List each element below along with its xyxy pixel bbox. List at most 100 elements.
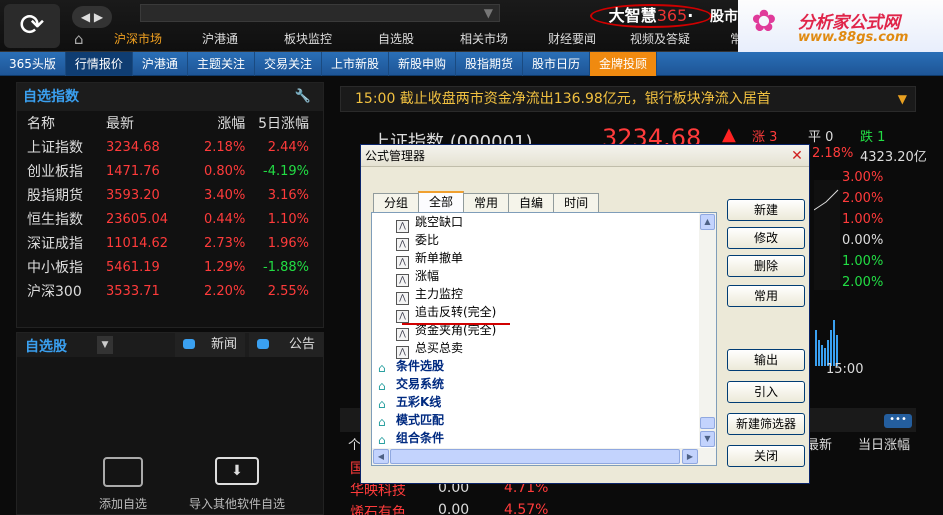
formula-leaf[interactable]: ⋀ 主力监控 xyxy=(396,285,463,305)
home-icon[interactable]: ⌂ xyxy=(74,30,94,48)
dialog-button[interactable]: 引入 xyxy=(727,381,805,403)
dialog-tab[interactable]: 时间 xyxy=(553,193,600,213)
col-stock-change[interactable]: 当日涨幅 xyxy=(858,434,910,453)
index-row[interactable]: 创业板指 1471.76 0.80% -4.19% xyxy=(17,159,323,183)
more-icon[interactable]: ••• xyxy=(884,414,912,428)
formula-group[interactable]: ⌂ 五彩K线 xyxy=(378,393,441,411)
index-change: 2.73% xyxy=(204,235,246,251)
formula-leaf[interactable]: ⋀ 新单撤单 xyxy=(396,249,463,269)
index-change-5d: -1.88% xyxy=(263,259,309,275)
main-nav-item[interactable]: 板块监控 xyxy=(264,30,352,50)
formula-label: 资金夹角(完全) xyxy=(415,323,497,337)
import-watchlist-button[interactable]: ⬇ 导入其他软件自选 xyxy=(167,457,307,512)
advancers-count: 3 xyxy=(769,130,778,145)
index-last: 3593.20 xyxy=(106,187,160,203)
main-nav-item[interactable]: 沪深市场 xyxy=(100,30,176,50)
main-nav-item[interactable]: 财经要闻 xyxy=(528,30,616,50)
formula-group[interactable]: ⌂ 组合条件 xyxy=(378,429,444,447)
main-nav-item[interactable]: 自选股 xyxy=(352,30,440,50)
dialog-title-bar[interactable]: 公式管理器 ✕ xyxy=(361,145,809,167)
sub-nav-item[interactable]: 新股申购 xyxy=(389,52,456,76)
dialog-tab[interactable]: 常用 xyxy=(463,193,510,213)
index-row[interactable]: 深证成指 11014.62 2.73% 1.96% xyxy=(17,231,323,255)
sub-nav-item[interactable]: 上市新股 xyxy=(322,52,389,76)
stock-row[interactable]: 烯石有色 0.00 4.57% xyxy=(340,502,916,515)
index-change-5d: 2.44% xyxy=(267,139,309,155)
news-ticker[interactable]: 15:00 截止收盘两市资金净流出136.98亿元，银行板块净流入居首 ▼ xyxy=(340,86,916,112)
index-change: 2.18% xyxy=(204,139,246,155)
formula-leaf[interactable]: ⋀ 跳空缺口 xyxy=(396,213,463,233)
dialog-tab[interactable]: 全部 xyxy=(418,191,465,213)
tree-vertical-scrollbar[interactable]: ▲ ▼ xyxy=(699,213,716,447)
col-name[interactable]: 名称 xyxy=(17,111,106,135)
index-row[interactable]: 中小板指 5461.19 1.29% -1.88% xyxy=(17,255,323,279)
formula-leaf[interactable]: ⋀ 总买总卖 xyxy=(396,339,463,359)
index-row[interactable]: 沪深300 3533.71 2.20% 2.55% xyxy=(17,279,323,303)
brand-suffix: 股市 xyxy=(710,9,738,25)
app-logo-icon[interactable]: ⟳ xyxy=(4,4,60,48)
formula-group[interactable]: ⌂ 条件选股 xyxy=(378,357,444,375)
dialog-button[interactable]: 新建 xyxy=(727,199,805,221)
watchlist-panel: 自选股 ▼ 新闻 公告 添加自选 ⬇ 导入其他软件自选 xyxy=(16,332,324,515)
dialog-button[interactable]: 修改 xyxy=(727,227,805,249)
tree-horizontal-scrollbar[interactable]: ◀ ▶ xyxy=(372,448,716,465)
col-last[interactable]: 最新 xyxy=(106,111,182,135)
main-nav-item[interactable]: 相关市场 xyxy=(440,30,528,50)
sub-nav-item[interactable]: 股指期货 xyxy=(456,52,524,76)
index-change: 0.80% xyxy=(204,163,246,179)
index-name: 上证指数 xyxy=(27,140,83,156)
formula-leaf[interactable]: ⋀ 委比 xyxy=(396,231,439,251)
formula-group[interactable]: ⌂ 模式匹配 xyxy=(378,411,444,429)
dialog-tab[interactable]: 自编 xyxy=(508,193,555,213)
dialog-tab[interactable]: 分组 xyxy=(373,193,420,213)
formula-leaf[interactable]: ⋀ 涨幅 xyxy=(396,267,439,287)
sub-nav-item[interactable]: 股市日历 xyxy=(523,52,591,76)
chevron-down-icon[interactable]: ▼ xyxy=(484,6,493,20)
back-forward-buttons[interactable]: ◀ ▶ xyxy=(72,6,112,28)
close-icon[interactable]: ✕ xyxy=(789,148,805,164)
chevron-down-icon[interactable]: ▼ xyxy=(898,87,907,111)
index-name: 股指期货 xyxy=(27,188,83,204)
sub-nav-item[interactable]: 金牌投顾 xyxy=(590,52,658,76)
index-row[interactable]: 股指期货 3593.20 3.40% 3.16% xyxy=(17,183,323,207)
dialog-button[interactable]: 输出 xyxy=(727,349,805,371)
wrench-icon[interactable]: 🔧 xyxy=(295,83,311,111)
flower-logo-icon: ✿ xyxy=(751,4,777,39)
watchlist-dropdown-icon[interactable]: ▼ xyxy=(97,336,113,354)
folder-icon: ⌂ xyxy=(378,361,386,375)
sub-nav-item[interactable]: 沪港通 xyxy=(133,52,188,76)
scroll-right-icon[interactable]: ▶ xyxy=(682,449,698,464)
formula-leaf[interactable]: ⋀ 追击反转(完全) xyxy=(396,303,496,323)
unchanged: 平 0 xyxy=(808,126,833,145)
index-name: 恒生指数 xyxy=(27,212,83,228)
sub-nav-item[interactable]: 交易关注 xyxy=(255,52,322,76)
dialog-button[interactable]: 删除 xyxy=(727,255,805,277)
sub-nav-item[interactable]: 行情报价 xyxy=(65,52,133,76)
index-last: 5461.19 xyxy=(106,259,160,275)
sub-nav-item[interactable]: 主题关注 xyxy=(188,52,255,76)
add-watchlist-button[interactable]: 添加自选 xyxy=(73,457,173,512)
index-row[interactable]: 恒生指数 23605.04 0.44% 1.10% xyxy=(17,207,323,231)
formula-group[interactable]: ⌂ 交易系统 xyxy=(378,375,444,393)
top-search-input[interactable]: ▼ xyxy=(140,4,500,22)
tab-announcements[interactable]: 公告 xyxy=(249,333,323,357)
dialog-button[interactable]: 新建筛选器 xyxy=(727,413,805,435)
col-change[interactable]: 涨幅 xyxy=(182,111,245,135)
index-row[interactable]: 上证指数 3234.68 2.18% 2.44% xyxy=(17,135,323,159)
scroll-down-icon[interactable]: ▼ xyxy=(700,431,715,447)
sub-nav-item[interactable]: 365头版 xyxy=(0,52,66,76)
scroll-thumb[interactable] xyxy=(700,417,715,429)
dialog-button[interactable]: 常用 xyxy=(727,285,805,307)
tab-news[interactable]: 新闻 xyxy=(175,333,245,357)
watchlist-title[interactable]: 自选股 xyxy=(25,336,67,356)
scroll-up-icon[interactable]: ▲ xyxy=(700,214,715,230)
dialog-button[interactable]: 关闭 xyxy=(727,445,805,467)
red-underline-annotation xyxy=(402,323,510,325)
main-nav-item[interactable]: 沪港通 xyxy=(176,30,264,50)
scroll-left-icon[interactable]: ◀ xyxy=(373,449,389,464)
formula-group-label: 交易系统 xyxy=(396,377,445,391)
monitor-download-icon: ⬇ xyxy=(215,457,259,485)
scroll-thumb[interactable] xyxy=(390,449,680,464)
main-nav-item[interactable]: 视频及答疑 xyxy=(616,30,704,50)
col-change-5d[interactable]: 5日涨幅 xyxy=(245,111,323,135)
